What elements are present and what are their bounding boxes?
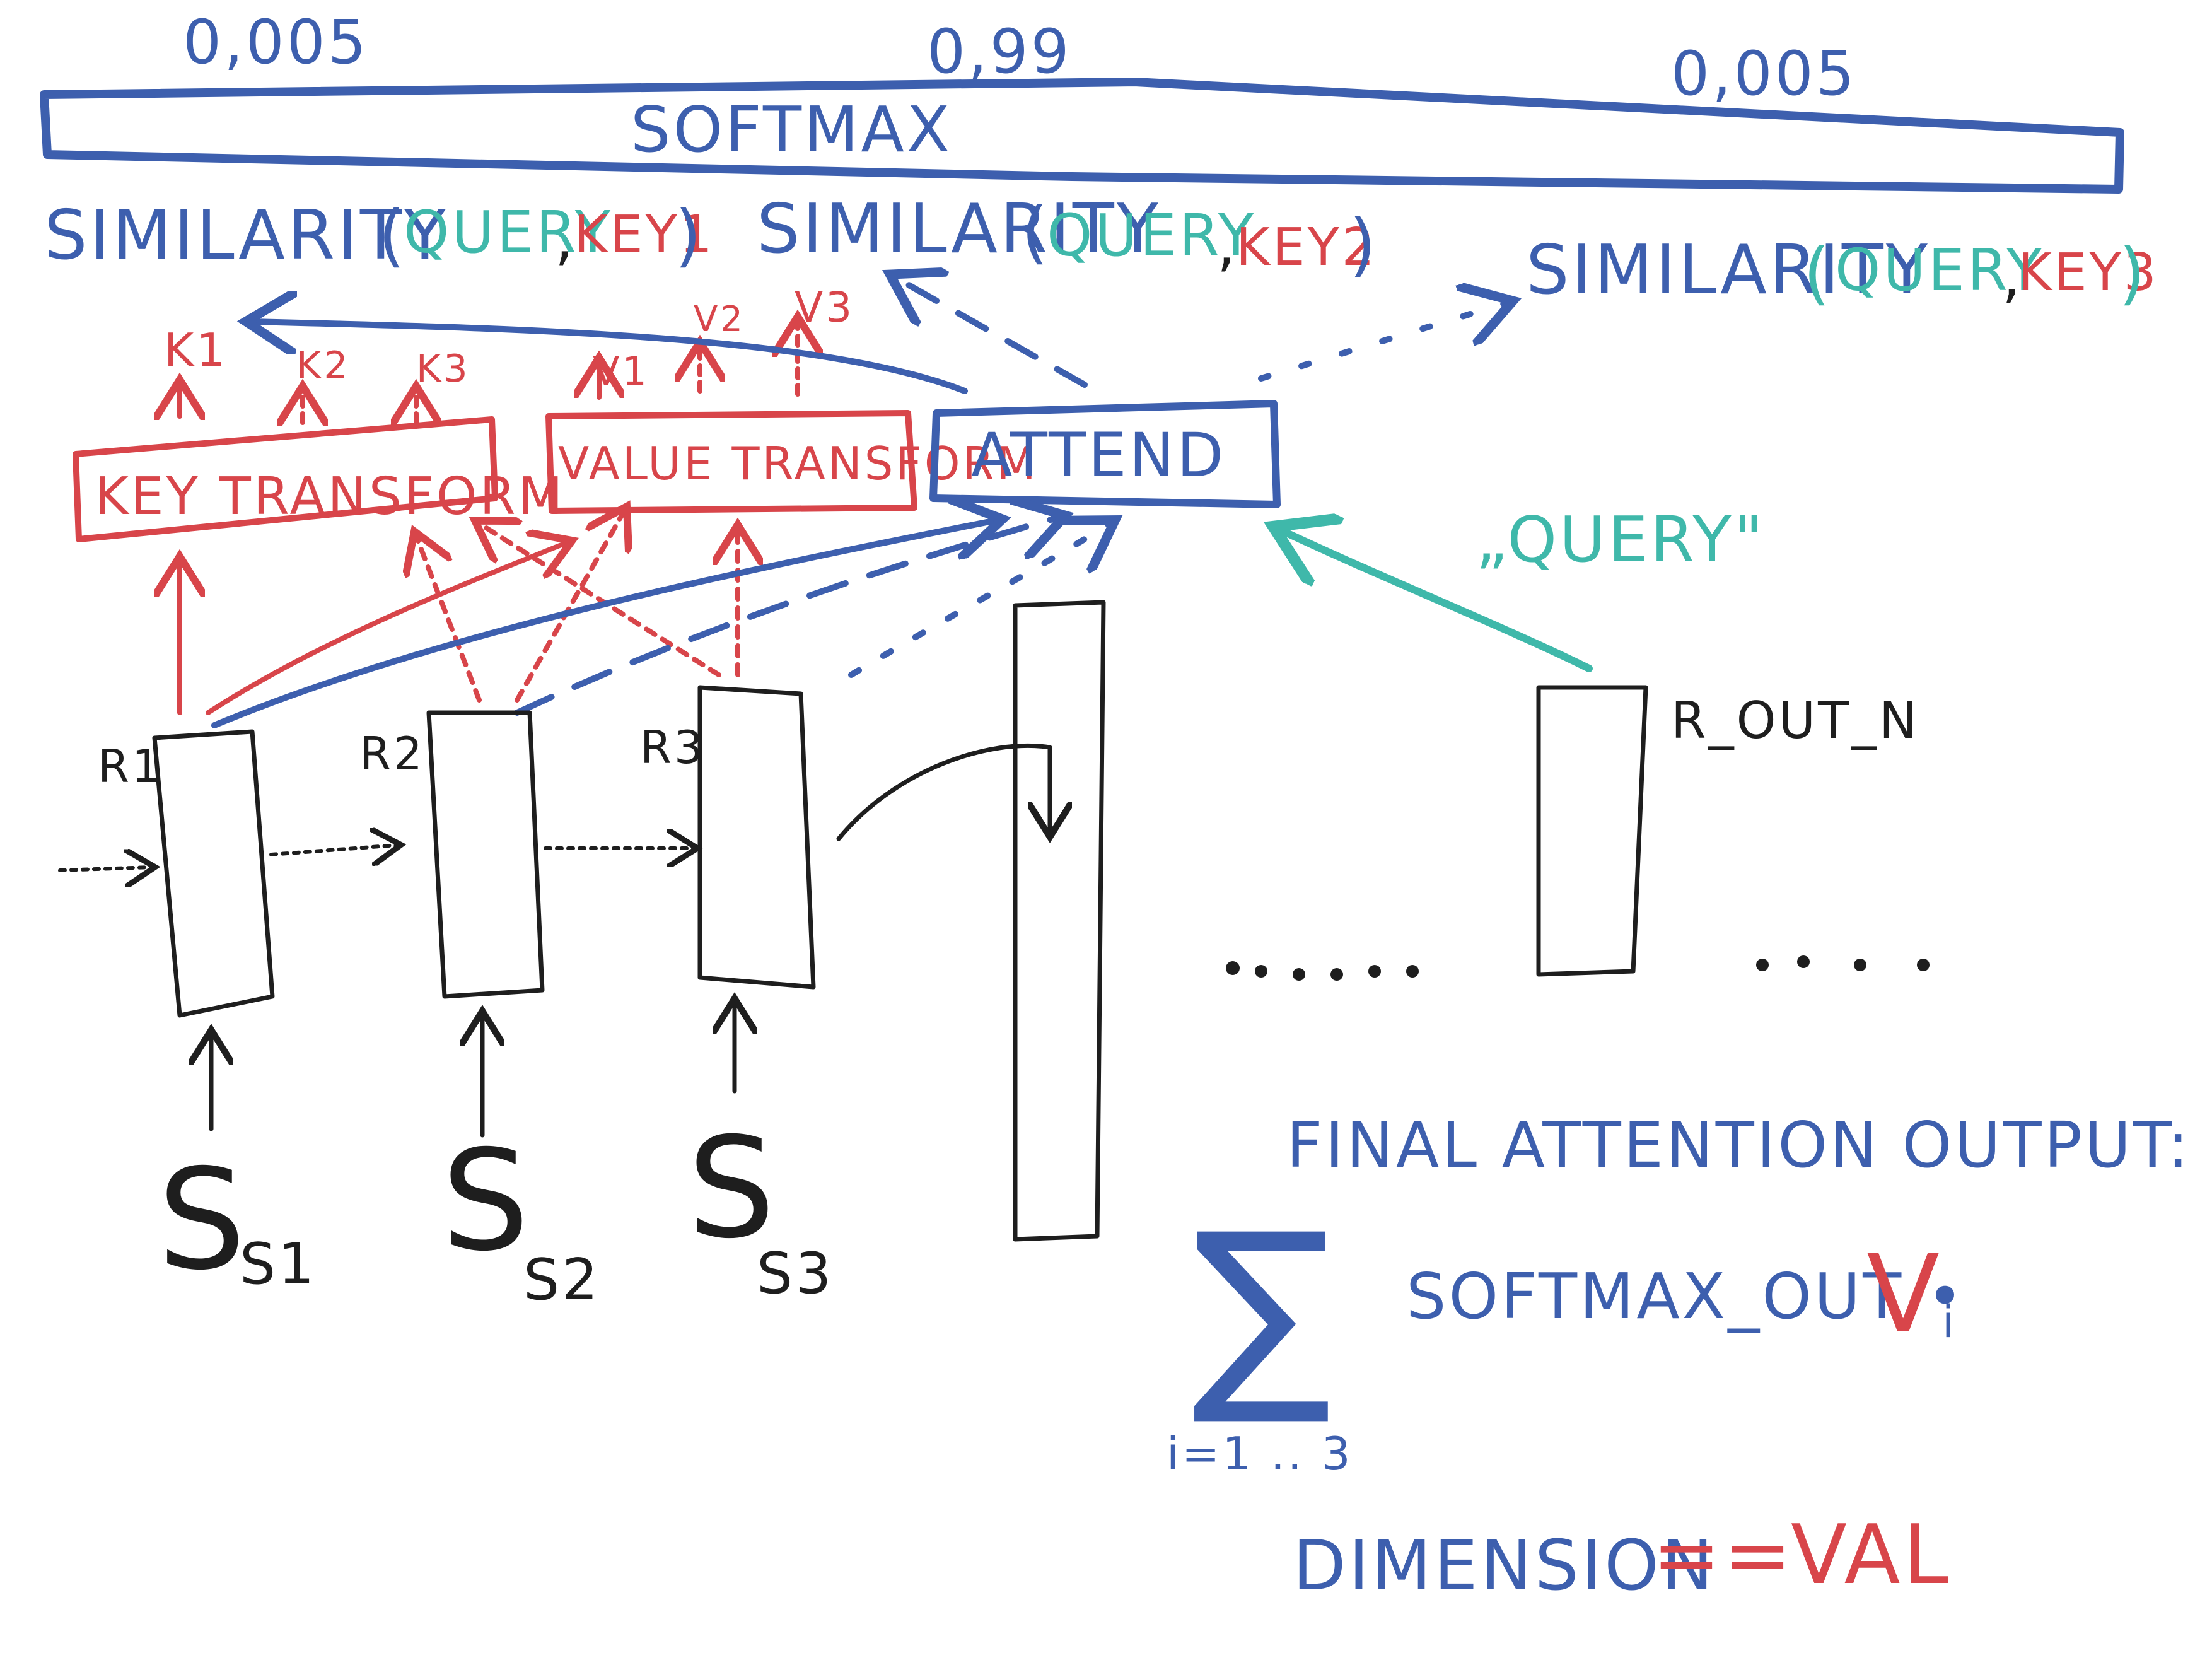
softmax-weight-1: 0,005 [183,7,369,78]
sum-symbol: ∑ [1192,1188,1334,1430]
similarity-2-comma: , [1217,211,1238,279]
h2-to-attend-arrow [514,517,1059,716]
recurrent-arrow-1-2 [269,845,397,855]
rnn-hidden-label-2: R2 [359,727,425,780]
similarity-1: SIMILARITY ( QUERY , KEY1 ) [44,196,713,275]
softmax-section: 0,005 0,99 0,005 SOFTMAX [40,7,2124,194]
value-label-3: V3 [795,283,854,332]
similarity-2-close-paren: ) [1349,206,1378,284]
rnn-output-cell [1536,685,1648,977]
input-arrows [211,1003,735,1138]
final-output-title: FINAL ATTENTION OUTPUT: [1286,1108,2191,1182]
attend-to-similarity-2-arrow [895,278,1088,388]
sum-range: i=1 .. 3 [1167,1427,1353,1480]
h3-to-attend-arrow [848,523,1110,678]
attend-to-similarity-3-arrow [1258,303,1507,382]
value-symbol: V [1866,1232,1942,1357]
similarity-2: SIMILARITY ( QUERY , KEY2 ) [757,190,1378,284]
rnn-cell-1 [152,729,275,1018]
similarity-3: SIMILARITY ( QUERY , KEY3 ) [1526,231,2157,313]
key-transform-box: KEY TRANSFORM [73,416,565,542]
rnn-cell-3 [697,685,816,990]
softmax-label: SOFTMAX [631,93,952,166]
rnn-cell-2 [426,710,545,999]
input-label-1: S1 [240,1231,317,1297]
similarity-3-open-paren: ( [1803,234,1832,313]
similarity-1-comma: , [555,205,576,272]
rnn-output-label: R_OUT_N [1671,691,1919,750]
softmax-weight-3: 0,005 [1671,38,1857,109]
input-label-2: S2 [523,1247,600,1313]
whiteboard-diagram: 0,005 0,99 0,005 SOFTMAX SIMILARITY ( QU… [0,0,2212,1665]
softmax-weight-2: 0,99 [927,16,1072,87]
value-subscript: i [1942,1296,1957,1348]
dimension-value: VAL [1791,1507,1951,1603]
h3-to-key-arrow [479,523,721,677]
key-label-3: K3 [416,347,470,391]
input-labels: S S1 S S2 S S3 [158,1107,834,1313]
rnn-hidden-label-1: R1 [98,740,163,793]
input-s2-letter: S [441,1120,532,1282]
query-label: „QUERY" [1476,503,1766,576]
attend-box: ATTEND [929,400,1281,508]
dimension-operator: == [1652,1507,1795,1603]
recurrent-arrow-in [58,867,151,870]
similarity-3-close-paren: ) [2119,234,2148,313]
key-transform-label: KEY TRANSFORM [95,467,565,527]
input-s1-letter: S [158,1139,248,1300]
cell3-to-vector-arrow [836,743,1050,839]
hidden-to-attend-arrows [211,517,1110,728]
h1-to-attend-arrow [211,520,996,728]
value-label-2: V2 [694,299,745,340]
key-label-2: K2 [296,344,351,388]
long-vector [1013,600,1106,1242]
similarity-1-close-paren: ) [675,196,704,275]
attend-label: ATTEND [971,420,1226,491]
rnn-hidden-label-3: R3 [640,721,706,774]
hidden-to-transform-arrows [180,511,738,715]
continuation-dots [1226,955,1930,981]
input-label-3: S3 [757,1241,834,1307]
key-label-1: K1 [164,324,228,377]
value-transform-label: VALUE TRANSFORM [558,437,1039,490]
key-labels: K1 K2 K3 [164,324,470,391]
h2-to-key-arrow [416,536,482,703]
recurrent-arrows [58,845,694,870]
